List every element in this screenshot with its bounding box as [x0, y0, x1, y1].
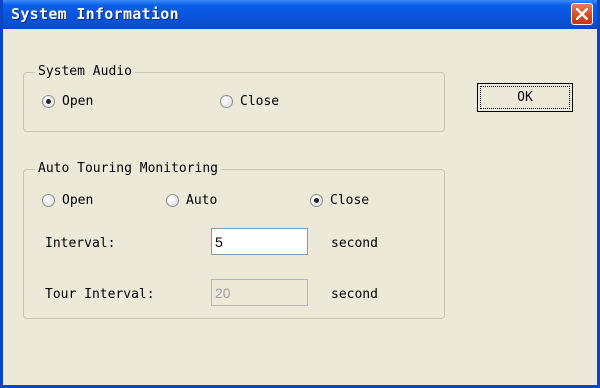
touring-close-label: Close — [330, 193, 370, 208]
ok-button-label: OK — [480, 86, 570, 109]
dialog-window: System Information System Audio Open Clo… — [0, 0, 600, 388]
radio-indicator — [42, 194, 55, 207]
close-button[interactable] — [571, 3, 593, 25]
interval-input[interactable] — [211, 228, 308, 255]
title-bar: System Information — [3, 0, 597, 29]
tour-interval-unit: second — [331, 287, 378, 302]
window-title: System Information — [11, 5, 179, 23]
audio-close-radio[interactable]: Close — [220, 94, 279, 109]
close-icon — [576, 8, 588, 20]
radio-indicator — [220, 95, 233, 108]
audio-open-label: Open — [62, 94, 94, 109]
interval-unit: second — [331, 236, 378, 251]
radio-indicator — [42, 95, 55, 108]
interval-label: Interval: — [45, 236, 116, 251]
touring-open-radio[interactable]: Open — [42, 193, 93, 208]
tour-interval-label: Tour Interval: — [45, 287, 155, 302]
radio-indicator — [310, 194, 323, 207]
touring-auto-label: Auto — [186, 193, 218, 208]
system-audio-legend: System Audio — [35, 64, 135, 79]
radio-indicator — [166, 194, 179, 207]
tour-interval-input[interactable] — [211, 279, 308, 306]
touring-auto-radio[interactable]: Auto — [166, 193, 217, 208]
audio-close-label: Close — [240, 94, 280, 109]
auto-touring-legend: Auto Touring Monitoring — [35, 161, 222, 176]
audio-open-radio[interactable]: Open — [42, 94, 93, 109]
touring-close-radio[interactable]: Close — [310, 193, 369, 208]
touring-open-label: Open — [62, 193, 94, 208]
ok-button[interactable]: OK — [477, 83, 573, 112]
